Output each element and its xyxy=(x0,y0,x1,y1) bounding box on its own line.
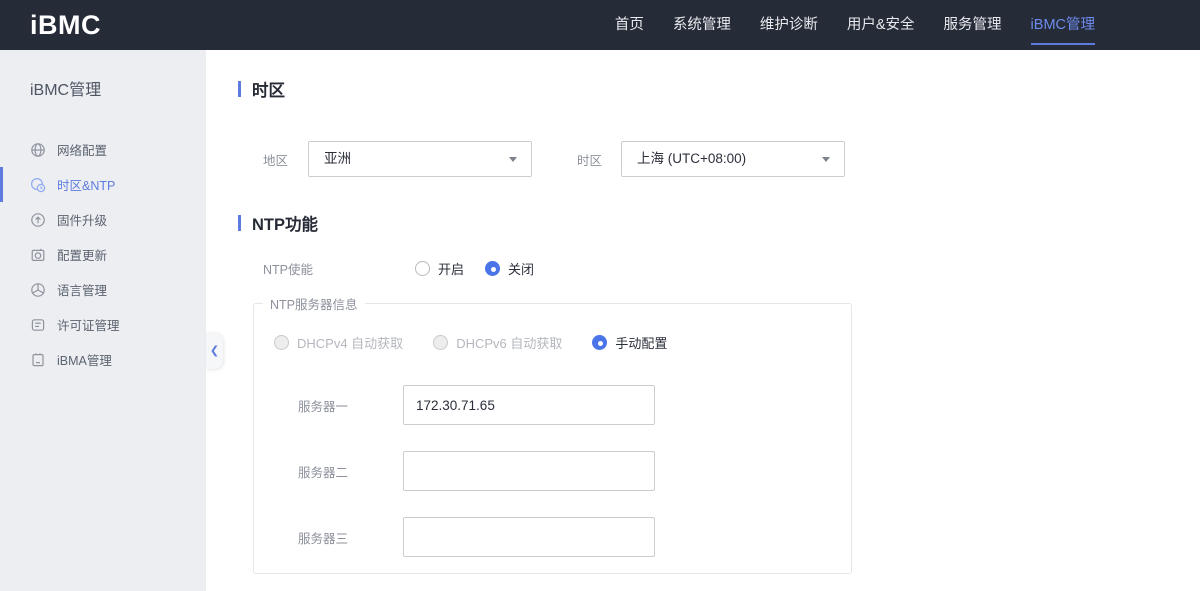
ntp-enable-row: NTP使能 开启 关闭 xyxy=(263,259,1200,278)
server-one-label: 服务器一 xyxy=(298,399,349,414)
dhcpv4-auto-radio[interactable]: DHCPv4 自动获取 xyxy=(274,333,403,352)
sidebar-title: iBMC管理 xyxy=(30,82,102,99)
nav-user-security[interactable]: 用户&安全 xyxy=(847,0,915,50)
topbar: iBMC 首页 系统管理 维护诊断 用户&安全 服务管理 iBMC管理 xyxy=(0,0,1200,50)
top-navigation: 首页 系统管理 维护诊断 用户&安全 服务管理 iBMC管理 xyxy=(615,0,1096,50)
ntp-server-info-box: NTP服务器信息 DHCPv4 自动获取 DHCPv6 自动获取 手动配置 服务… xyxy=(253,294,852,574)
sidebar-item-label: 许可证管理 xyxy=(57,319,120,333)
sidebar-item-language-management[interactable]: 语言管理 xyxy=(0,272,206,307)
dhcpv4-auto-label: DHCPv4 自动获取 xyxy=(297,336,404,351)
main-content: ❮ 时区 地区 亚洲 时区 上海 (UTC+08:00) NTP功能 NTP使能 xyxy=(206,50,1200,591)
license-icon xyxy=(30,317,46,333)
sidebar-item-config-update[interactable]: 配置更新 xyxy=(0,237,206,272)
nav-ibmc-management[interactable]: iBMC管理 xyxy=(1030,0,1096,50)
radio-circle-icon xyxy=(274,335,289,350)
region-select[interactable]: 亚洲 xyxy=(308,141,532,177)
ntp-enable-off-radio[interactable]: 关闭 xyxy=(485,259,534,278)
radio-circle-icon xyxy=(485,261,501,276)
sidebar-menu: 网络配置 时区&NTP 固件升级 配置更新 语言管理 许可证管理 iBMA管理 xyxy=(0,132,206,377)
ntp-server-mode-row: DHCPv4 自动获取 DHCPv6 自动获取 手动配置 xyxy=(274,333,851,352)
sidebar-item-label: 语言管理 xyxy=(57,284,108,298)
sidebar-item-ibma-management[interactable]: iBMA管理 xyxy=(0,342,206,377)
ntp-enable-label: NTP使能 xyxy=(263,263,314,277)
chevron-down-icon xyxy=(822,157,830,162)
timezone-section-title: 时区 xyxy=(252,82,285,100)
nav-maintenance-diagnostics[interactable]: 维护诊断 xyxy=(760,0,818,50)
manual-config-radio[interactable]: 手动配置 xyxy=(592,333,667,352)
dhcpv6-auto-label: DHCPv6 自动获取 xyxy=(456,336,563,351)
server-three-row: 服务器三 xyxy=(298,517,851,557)
server-two-label: 服务器二 xyxy=(298,465,349,480)
chevron-left-icon: ❮ xyxy=(209,345,220,357)
server-one-input[interactable] xyxy=(403,385,655,425)
nav-home[interactable]: 首页 xyxy=(615,0,644,50)
ntp-enable-on-radio[interactable]: 开启 xyxy=(415,259,464,278)
ntp-section-header: NTP功能 xyxy=(238,211,1200,235)
sidebar: iBMC管理 网络配置 时区&NTP 固件升级 配置更新 语言管理 许可证管理 … xyxy=(0,50,206,591)
section-accent-bar xyxy=(238,81,241,97)
dhcpv6-auto-radio[interactable]: DHCPv6 自动获取 xyxy=(433,333,562,352)
nav-system-management[interactable]: 系统管理 xyxy=(673,0,731,50)
server-two-input[interactable] xyxy=(403,451,655,491)
sidebar-item-timezone-ntp[interactable]: 时区&NTP xyxy=(0,167,206,202)
ntp-enable-off-label: 关闭 xyxy=(508,262,535,277)
nav-service-management[interactable]: 服务管理 xyxy=(944,0,1002,50)
server-two-row: 服务器二 xyxy=(298,451,851,491)
radio-circle-icon xyxy=(592,335,608,350)
config-update-icon xyxy=(30,247,46,263)
timezone-ntp-icon xyxy=(30,177,46,193)
sidebar-item-label: 网络配置 xyxy=(57,144,108,158)
sidebar-collapse-button[interactable]: ❮ xyxy=(206,332,223,369)
sidebar-item-network-config[interactable]: 网络配置 xyxy=(0,132,206,167)
timezone-select[interactable]: 上海 (UTC+08:00) xyxy=(621,141,845,177)
section-accent-bar xyxy=(238,215,241,231)
server-three-input[interactable] xyxy=(403,517,655,557)
sidebar-item-firmware-upgrade[interactable]: 固件升级 xyxy=(0,202,206,237)
server-three-label: 服务器三 xyxy=(298,531,349,546)
region-label: 地区 xyxy=(263,153,289,168)
manual-config-label: 手动配置 xyxy=(615,336,668,351)
ntp-enable-on-label: 开启 xyxy=(438,262,465,277)
ntp-section-title: NTP功能 xyxy=(252,216,318,234)
timezone-label: 时区 xyxy=(577,153,603,168)
radio-circle-icon xyxy=(415,261,430,276)
server-one-row: 服务器一 xyxy=(298,385,851,425)
sidebar-item-label: iBMA管理 xyxy=(57,354,112,368)
chevron-down-icon xyxy=(509,157,517,162)
language-icon xyxy=(30,282,46,298)
sidebar-item-label: 固件升级 xyxy=(57,214,108,228)
sidebar-item-license-management[interactable]: 许可证管理 xyxy=(0,307,206,342)
radio-circle-icon xyxy=(433,335,449,350)
region-select-value: 亚洲 xyxy=(324,151,351,166)
network-icon xyxy=(30,142,46,158)
ibma-icon xyxy=(30,352,46,368)
timezone-section-header: 时区 xyxy=(238,77,1200,101)
timezone-form-row: 地区 亚洲 时区 上海 (UTC+08:00) xyxy=(263,141,1200,177)
ntp-server-info-legend: NTP服务器信息 xyxy=(270,298,358,312)
sidebar-item-label: 配置更新 xyxy=(57,249,108,263)
firmware-upgrade-icon xyxy=(30,212,46,228)
timezone-select-value: 上海 (UTC+08:00) xyxy=(637,151,747,166)
sidebar-item-label: 时区&NTP xyxy=(57,179,116,193)
ibmc-logo: iBMC xyxy=(30,9,101,40)
